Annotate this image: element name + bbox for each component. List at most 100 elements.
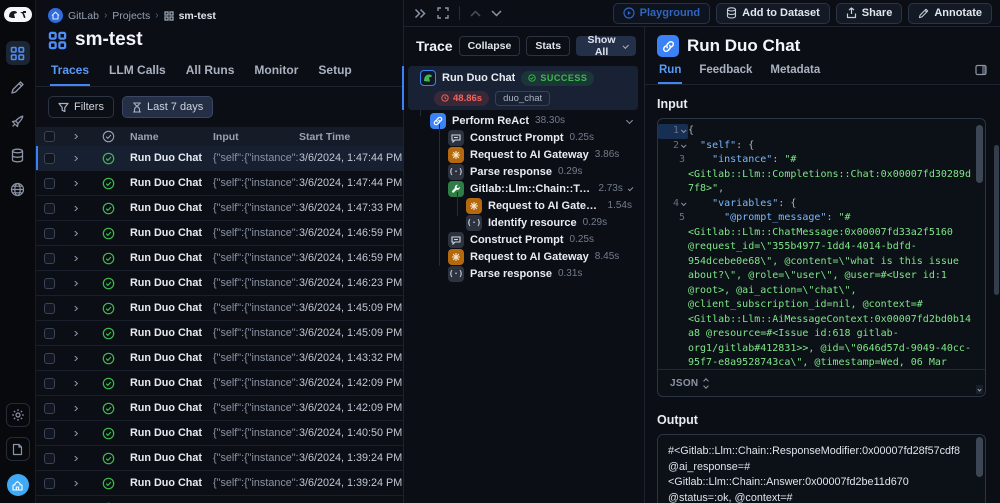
playground-button[interactable]: Playground: [613, 3, 711, 24]
row-checkbox[interactable]: [44, 353, 55, 364]
column-header-input[interactable]: Input: [213, 131, 299, 143]
tab-setup[interactable]: Setup: [317, 57, 352, 86]
tab-all-runs[interactable]: All Runs: [185, 57, 236, 86]
table-row[interactable]: Run Duo Chat {"self":{"instance":"#... 3…: [36, 446, 403, 471]
row-checkbox[interactable]: [44, 453, 55, 464]
row-expand-icon[interactable]: [70, 231, 77, 236]
table-row[interactable]: Run Duo Chat {"self":{"instance":"#... 3…: [36, 221, 403, 246]
collapse-panel-icon[interactable]: [414, 8, 427, 19]
row-expand-icon[interactable]: [70, 256, 77, 261]
add-to-dataset-button[interactable]: Add to Dataset: [716, 3, 830, 24]
tag-badge[interactable]: duo_chat: [495, 91, 550, 106]
row-expand-icon[interactable]: [70, 181, 77, 186]
sidebar-item-datasets[interactable]: [6, 143, 30, 167]
row-checkbox[interactable]: [44, 403, 55, 414]
tool-wrench-icon: [448, 181, 464, 197]
row-checkbox[interactable]: [44, 428, 55, 439]
table-row[interactable]: Run Duo Chat {"self":{"instance":"#... 3…: [36, 296, 403, 321]
success-status-icon: [102, 327, 115, 340]
output-scrollbar[interactable]: [976, 437, 983, 503]
row-checkbox[interactable]: [44, 203, 55, 214]
table-row[interactable]: Run Duo Chat {"self":{"instance":"#... 3…: [36, 421, 403, 446]
row-checkbox[interactable]: [44, 228, 55, 239]
row-expand-icon[interactable]: [70, 281, 77, 286]
row-checkbox[interactable]: [44, 153, 55, 164]
tab-llm-calls[interactable]: LLM Calls: [108, 57, 167, 86]
table-row[interactable]: Run Duo Chat {"self":{"instance":"#... 3…: [36, 171, 403, 196]
row-expand-icon[interactable]: [70, 381, 77, 386]
table-row[interactable]: Run Duo Chat {"self":{"instance":"#... 3…: [36, 246, 403, 271]
tab-monitor[interactable]: Monitor: [253, 57, 299, 86]
trace-tree-item[interactable]: (·)Parse response0.31s: [404, 265, 640, 282]
date-range-button[interactable]: Last 7 days: [122, 96, 213, 118]
detail-tab-feedback[interactable]: Feedback: [698, 59, 753, 84]
collapse-button[interactable]: Collapse: [459, 36, 521, 56]
docs-button[interactable]: [6, 437, 30, 461]
sidebar-item-projects[interactable]: [6, 41, 30, 65]
breadcrumb-item[interactable]: Projects: [112, 10, 150, 22]
settings-button[interactable]: [6, 403, 30, 427]
table-row[interactable]: Run Duo Chat {"self":{"instance":"#... 3…: [36, 146, 403, 171]
row-expand-icon[interactable]: [70, 456, 77, 461]
side-panel-toggle-icon[interactable]: [975, 64, 987, 80]
trace-tree-item[interactable]: Run Duo ChatSUCCESS: [412, 68, 634, 88]
sidebar-item-hub[interactable]: [6, 177, 30, 201]
row-expand-icon[interactable]: [70, 406, 77, 411]
share-button[interactable]: Share: [836, 3, 903, 24]
table-row[interactable]: Run Duo Chat {"self":{"instance":"#... 3…: [36, 321, 403, 346]
row-checkbox[interactable]: [44, 178, 55, 189]
filters-button[interactable]: Filters: [48, 96, 114, 118]
select-all-checkbox[interactable]: [44, 131, 55, 142]
row-expand-icon[interactable]: [70, 156, 77, 161]
row-expand-icon[interactable]: [70, 481, 77, 486]
table-row[interactable]: Run Duo Chat {"self":{"instance":"#... 3…: [36, 371, 403, 396]
langsmith-logo[interactable]: [4, 7, 32, 22]
row-checkbox[interactable]: [44, 278, 55, 289]
row-checkbox[interactable]: [44, 378, 55, 389]
tab-traces[interactable]: Traces: [50, 57, 90, 86]
sidebar-item-annotations[interactable]: [6, 75, 30, 99]
row-expand-icon[interactable]: [70, 431, 77, 436]
table-row[interactable]: Run Duo Chat {"self":{"instance":"#... 3…: [36, 271, 403, 296]
annotate-button[interactable]: Annotate: [908, 3, 992, 24]
breadcrumb-item-current[interactable]: sm-test: [179, 10, 216, 22]
row-expand-icon[interactable]: [70, 356, 77, 361]
chevron-down-icon[interactable]: [626, 117, 633, 124]
table-row[interactable]: Run Duo Chat {"self":{"instance":"#... 3…: [36, 471, 403, 496]
row-input: {"self":{"instance":"#...: [213, 477, 299, 489]
input-code-lines[interactable]: 1{2 "self": {3 "instance": "#<Gitlab::Ll…: [658, 119, 985, 369]
organization-avatar[interactable]: [7, 474, 29, 496]
next-run-icon[interactable]: [491, 10, 502, 17]
table-row[interactable]: Run Duo Chat {"self":{"instance":"#... 3…: [36, 346, 403, 371]
stats-button[interactable]: Stats: [526, 36, 570, 56]
sidebar-item-deployments[interactable]: [6, 109, 30, 133]
show-all-dropdown[interactable]: Show All: [576, 36, 636, 56]
detail-tab-run[interactable]: Run: [658, 59, 682, 84]
row-checkbox[interactable]: [44, 478, 55, 489]
row-expand-icon[interactable]: [70, 331, 77, 336]
table-row[interactable]: Run Duo Chat {"self":{"instance":"#... 3…: [36, 396, 403, 421]
home-icon[interactable]: [48, 8, 63, 23]
expand-all-icon[interactable]: [70, 134, 77, 139]
prev-run-icon[interactable]: [470, 10, 481, 17]
breadcrumb-item[interactable]: GitLab: [68, 10, 99, 22]
row-expand-icon[interactable]: [70, 206, 77, 211]
code-scrollbar[interactable]: [976, 125, 983, 394]
format-selector[interactable]: JSON: [658, 369, 985, 396]
detail-panel-scrollbar[interactable]: [994, 145, 999, 295]
row-input: {"self":{"instance":"#...: [213, 377, 299, 389]
chevron-down-icon[interactable]: [628, 186, 634, 192]
column-header-name[interactable]: Name: [130, 131, 213, 143]
expand-fullscreen-icon[interactable]: [437, 7, 449, 19]
column-header-start-time[interactable]: Start Time: [299, 131, 403, 143]
table-row[interactable]: Run Duo Chat {"self":{"instance":"#... 3…: [36, 496, 403, 503]
row-input: {"self":{"instance":"#...: [213, 177, 299, 189]
output-section-label: Output: [657, 413, 986, 427]
selected-tree-item[interactable]: Run Duo ChatSUCCESS48.86sduo_chat: [408, 66, 638, 110]
table-row[interactable]: Run Duo Chat {"self":{"instance":"#... 3…: [36, 196, 403, 221]
row-checkbox[interactable]: [44, 303, 55, 314]
detail-tab-metadata[interactable]: Metadata: [769, 59, 821, 84]
row-checkbox[interactable]: [44, 328, 55, 339]
row-expand-icon[interactable]: [70, 306, 77, 311]
row-checkbox[interactable]: [44, 253, 55, 264]
